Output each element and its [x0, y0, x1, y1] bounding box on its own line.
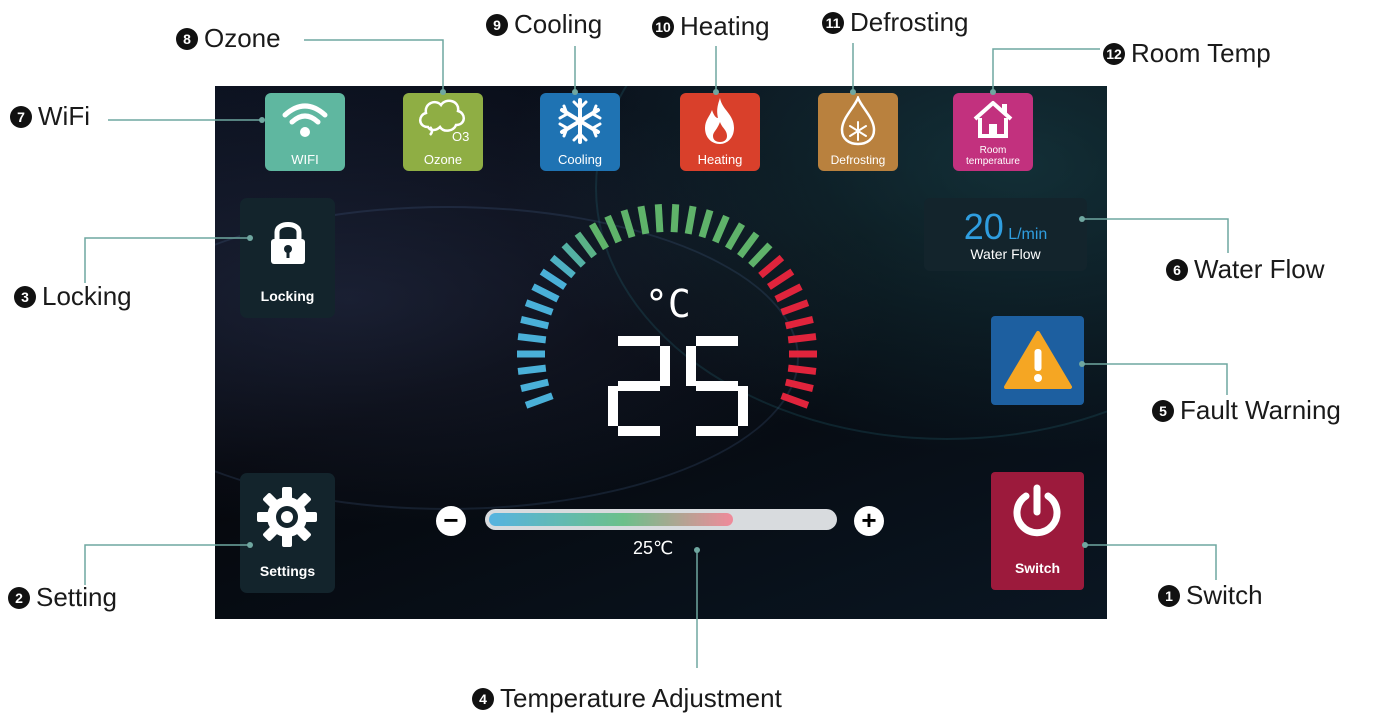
- minus-icon: −: [443, 504, 459, 535]
- wifi-tile-label: WIFI: [291, 151, 319, 167]
- plus-icon: +: [861, 505, 877, 535]
- house-icon: [973, 101, 1013, 138]
- padlock-icon: [271, 222, 305, 264]
- locking-button[interactable]: Locking: [240, 198, 335, 318]
- defrosting-tile[interactable]: Defrosting: [818, 93, 898, 171]
- gear-icon: [257, 487, 317, 547]
- temperature-slider-track[interactable]: [485, 509, 837, 530]
- power-icon: [1013, 484, 1061, 537]
- settings-button[interactable]: Settings: [240, 473, 335, 593]
- digit-segment: [618, 336, 660, 346]
- ozone-tile-label: Ozone: [423, 151, 463, 167]
- callout-fault-warning: 5 Fault Warning: [1152, 395, 1341, 426]
- water-flow-label: Water Flow: [970, 246, 1041, 262]
- fault-warning-button[interactable]: [991, 316, 1084, 405]
- heating-tile-label: Heating: [697, 151, 743, 167]
- cooling-tile-label: Cooling: [557, 151, 603, 167]
- locking-button-label: Locking: [260, 288, 315, 304]
- water-flow-value: 20: [963, 206, 1004, 247]
- warning-triangle-icon: [1004, 331, 1072, 389]
- callout-setting: 2 Setting: [8, 582, 117, 613]
- digit-segment: [738, 386, 748, 426]
- callout-defrosting: 11 Defrosting: [822, 7, 969, 38]
- room-temperature-tile[interactable]: Room temperature: [953, 93, 1033, 171]
- digit-segment: [696, 381, 738, 391]
- digit-segment: [618, 381, 660, 391]
- cooling-tile[interactable]: Cooling: [540, 93, 620, 171]
- digit-segment: [696, 426, 738, 436]
- water-drop-snowflake-icon: [840, 96, 876, 146]
- decrease-temperature-button[interactable]: −: [436, 506, 466, 536]
- callout-room-temp: 12 Room Temp: [1103, 38, 1271, 69]
- callout-wifi: 7 WiFi: [10, 101, 90, 132]
- water-flow-panel: 20 L/min Water Flow: [924, 198, 1087, 271]
- ozone-tile[interactable]: O3 Ozone: [403, 93, 483, 171]
- callout-temperature-adjustment: 4 Temperature Adjustment: [472, 683, 782, 714]
- callout-switch: 1 Switch: [1158, 580, 1263, 611]
- digit-segment: [696, 336, 738, 346]
- defrosting-tile-label: Defrosting: [830, 152, 886, 167]
- wifi-icon: [282, 103, 328, 137]
- temperature-unit: °C: [645, 282, 691, 326]
- control-panel-screen: WIFI O3 Ozone Cooling Heating Defrosting…: [215, 86, 1107, 619]
- power-switch-button[interactable]: Switch: [991, 472, 1084, 590]
- heating-tile[interactable]: Heating: [680, 93, 760, 171]
- callout-ozone: 8 Ozone: [176, 23, 281, 54]
- temperature-slider-fill: [489, 513, 734, 526]
- digit-segment: [618, 426, 660, 436]
- digit-segment: [660, 346, 670, 386]
- callout-water-flow: 6 Water Flow: [1166, 254, 1325, 285]
- temperature-display: [608, 336, 748, 436]
- room-temperature-tile-label: Room temperature: [966, 145, 1020, 167]
- wifi-tile[interactable]: WIFI: [265, 93, 345, 171]
- power-switch-label: Switch: [1014, 560, 1061, 576]
- callout-locking: 3 Locking: [14, 281, 132, 312]
- digit-segment: [686, 346, 696, 386]
- flame-icon: [705, 98, 734, 144]
- snowflake-icon: [558, 98, 602, 144]
- callout-heating: 10 Heating: [652, 11, 770, 42]
- water-flow-unit: L/min: [1008, 226, 1048, 243]
- ozone-formula: O3: [452, 129, 469, 143]
- digit-segment: [608, 386, 618, 426]
- settings-button-label: Settings: [259, 563, 316, 579]
- ozone-icon: O3: [419, 99, 469, 143]
- temperature-slider-value: 25℃: [633, 538, 674, 558]
- callout-cooling: 9 Cooling: [486, 9, 602, 40]
- increase-temperature-button[interactable]: +: [854, 506, 884, 536]
